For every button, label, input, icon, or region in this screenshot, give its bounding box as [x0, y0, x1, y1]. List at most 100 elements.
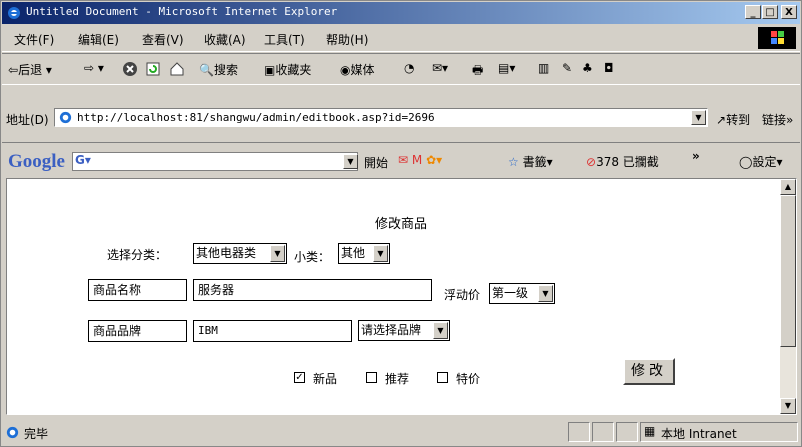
stop-icon[interactable] [122, 61, 138, 77]
page-heading: 修改商品 [375, 217, 428, 232]
go-button[interactable]: ↗转到 [716, 111, 750, 128]
back-button[interactable]: ⇦后退 ▾ [8, 61, 52, 78]
messenger-icon[interactable]: ♣ [582, 61, 593, 75]
history-icon[interactable]: ◔ [404, 61, 414, 75]
float-price-label: 浮动价 [444, 288, 481, 302]
chevron-down-icon: ▼ [373, 245, 388, 262]
google-search-dropdown[interactable]: ▼ [343, 154, 358, 169]
settings-radio-icon: ◯ [739, 155, 753, 169]
vertical-scrollbar[interactable]: ▲ ▼ [780, 179, 796, 414]
menu-tools[interactable]: 工具(T) [264, 31, 305, 48]
bookmarks-button[interactable]: ☆ 書籤▾ [508, 153, 553, 170]
menu-bar: 文件(F) 编辑(E) 查看(V) 收藏(A) 工具(T) 帮助(H) [2, 25, 800, 52]
close-button[interactable]: X [781, 5, 797, 19]
special-label: 特价 [456, 372, 481, 386]
chevron-down-icon: ▼ [270, 245, 285, 262]
menu-view[interactable]: 查看(V) [142, 31, 184, 48]
menu-edit[interactable]: 编辑(E) [78, 31, 119, 48]
blocked-icon: ⊘ [586, 155, 597, 169]
name-label-box: 商品名称 [88, 279, 187, 301]
standard-toolbar: ⇦后退 ▾ ⇨ ▾ 🔍搜索 ▣收藏夹 ◉媒体 ◔ ✉▾ 🖶 ▤▾ ▥ ✎ ♣ ◘ [2, 53, 800, 85]
recommend-checkbox[interactable] [366, 372, 377, 383]
puzzle-icon: ✿▾ [426, 153, 443, 167]
go-arrow-icon: ↗ [716, 113, 727, 127]
brand-input[interactable]: IBM [193, 320, 352, 342]
page-done-icon [6, 426, 19, 439]
maximize-button[interactable]: □ [762, 5, 778, 19]
minimize-button[interactable]: _ [745, 5, 761, 19]
google-icons[interactable]: ✉ M ✿▾ [398, 153, 442, 167]
chevron-right-icon: » [786, 113, 794, 127]
category-label: 选择分类： [107, 248, 168, 262]
back-arrow-icon: ⇦ [8, 63, 19, 77]
subcategory-select[interactable]: 其他 ▼ [338, 243, 390, 264]
ie-logo-icon [8, 7, 20, 19]
special-checkbox[interactable] [437, 372, 448, 383]
float-price-select[interactable]: 第一级 ▼ [489, 283, 555, 304]
new-checkbox[interactable]: ✓ [294, 372, 305, 383]
google-start-button[interactable]: 開始 [364, 154, 388, 171]
subcategory-label: 小类： [294, 250, 331, 264]
mail-icon[interactable]: ✉▾ [432, 61, 448, 75]
favorites-icon: ▣ [264, 63, 276, 77]
browser-window: Untitled Document - Microsoft Internet E… [0, 0, 802, 447]
discuss-icon[interactable]: ▥ [538, 61, 549, 75]
google-logo[interactable]: Google [8, 151, 65, 173]
edit-icon[interactable]: ▤▾ [498, 61, 515, 75]
address-dropdown-button[interactable]: ▼ [691, 110, 706, 125]
search-button[interactable]: 🔍搜索 [199, 61, 238, 78]
google-g-icon: G▾ [75, 153, 91, 167]
scroll-thumb[interactable] [780, 195, 796, 347]
home-icon[interactable] [169, 61, 185, 77]
research-icon[interactable]: ✎ [562, 61, 572, 75]
recommend-label: 推荐 [385, 372, 410, 386]
address-input[interactable]: http://localhost:81/shangwu/admin/editbo… [54, 108, 708, 127]
status-cell [616, 422, 638, 442]
zone-cell: ▦ 本地 Intranet [640, 422, 798, 442]
submit-button[interactable]: 修改 [623, 358, 675, 385]
more-chevron-icon[interactable]: » [692, 149, 700, 163]
page-ie-icon [59, 111, 72, 124]
status-bar: 完毕 ▦ 本地 Intranet [2, 418, 800, 446]
qq-icon[interactable]: ◘ [604, 61, 614, 75]
popup-blocker-button[interactable]: ⊘378 已攔截 [586, 153, 659, 170]
status-text: 完毕 [24, 427, 49, 441]
media-button[interactable]: ◉媒体 [340, 61, 375, 78]
google-toolbar: Google G▾ ▼ 開始 ✉ M ✿▾ ☆ 書籤▾ ⊘378 已攔截 » ◯… [2, 142, 800, 177]
search-icon: 🔍 [199, 63, 214, 77]
new-label: 新品 [313, 372, 338, 386]
settings-button[interactable]: ◯設定▾ [739, 153, 782, 170]
title-bar[interactable]: Untitled Document - Microsoft Internet E… [2, 2, 800, 24]
links-button[interactable]: 链接» [762, 111, 793, 128]
intranet-icon: ▦ [644, 424, 656, 438]
scroll-up-icon[interactable]: ▲ [780, 179, 796, 195]
zone-text: 本地 Intranet [661, 427, 737, 441]
menu-file[interactable]: 文件(F) [14, 31, 54, 48]
print-icon[interactable]: 🖶 [472, 61, 483, 82]
gmail-icon: ✉ M [398, 153, 423, 167]
category-select[interactable]: 其他电器类 ▼ [193, 243, 287, 264]
media-icon: ◉ [340, 63, 351, 77]
status-cell [592, 422, 614, 442]
name-input[interactable]: 服务器 [193, 279, 432, 301]
menu-favorites[interactable]: 收藏(A) [204, 31, 246, 48]
chevron-down-icon: ▼ [538, 285, 553, 302]
menu-help[interactable]: 帮助(H) [326, 31, 368, 48]
windows-logo-icon [758, 27, 796, 49]
scroll-down-icon[interactable]: ▼ [780, 398, 796, 414]
chevron-down-icon: ▼ [433, 322, 448, 339]
favorites-button[interactable]: ▣收藏夹 [264, 61, 311, 78]
brand-label-box: 商品品牌 [88, 320, 187, 342]
forward-button[interactable]: ⇨ ▾ [84, 61, 104, 75]
address-url: http://localhost:81/shangwu/admin/editbo… [77, 111, 435, 124]
forward-arrow-icon: ⇨ ▾ [84, 61, 104, 75]
page-content: 修改商品 选择分类： 其他电器类 ▼ 小类： 其他 ▼ 商品名称 服务器 浮动价… [6, 178, 797, 415]
address-label: 地址(D) [6, 113, 49, 127]
google-search-input[interactable]: G▾ [72, 152, 358, 171]
brand-select[interactable]: 请选择品牌 ▼ [358, 320, 450, 341]
check-icon: ✓ [295, 372, 304, 383]
star-icon: ☆ [508, 155, 519, 169]
window-title: Untitled Document - Microsoft Internet E… [26, 5, 338, 18]
status-cell [568, 422, 590, 442]
refresh-icon[interactable] [145, 61, 161, 77]
